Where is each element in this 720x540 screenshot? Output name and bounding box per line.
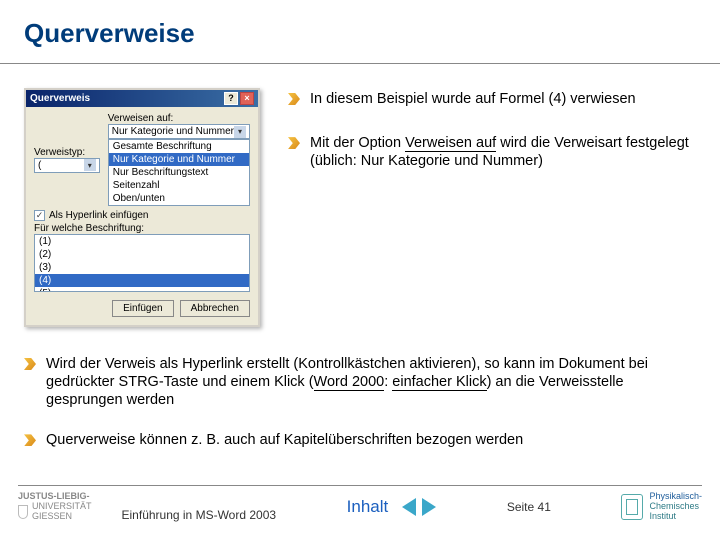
uni-line: GIESSEN <box>32 512 92 522</box>
bullet-text: Wird der Verweis als Hyperlink erstellt … <box>46 355 696 409</box>
verweisen-auf-dropdown[interactable]: Gesamte Beschriftung Nur Kategorie und N… <box>108 139 250 206</box>
list-item[interactable]: (1) <box>35 235 249 248</box>
dropdown-option[interactable]: Oben/unten <box>109 192 249 205</box>
verweistyp-value: ( <box>38 160 41 171</box>
checkbox-icon[interactable]: ✓ <box>34 210 45 221</box>
flask-icon <box>621 494 643 520</box>
next-slide-button[interactable] <box>422 498 436 516</box>
lecture-title: Einführung in MS-Word 2003 <box>122 508 277 522</box>
text-fragment: Mit der Option <box>310 135 405 151</box>
verweistyp-label: Verweistyp: <box>34 147 100 158</box>
verweisen-auf-select[interactable]: Nur Kategorie und Nummer ▾ <box>108 124 250 139</box>
bullet-text: In diesem Beispiel wurde auf Formel (4) … <box>310 90 636 108</box>
underlined-text: Word 2000 <box>314 374 385 391</box>
arrow-bullet-icon <box>24 434 36 446</box>
cancel-button[interactable]: Abbrechen <box>180 300 250 317</box>
slide-footer: JUSTUS-LIEBIG- UNIVERSITÄT GIESSEN Einfü… <box>0 479 720 540</box>
insert-button[interactable]: Einfügen <box>112 300 173 317</box>
dropdown-option[interactable]: Nur Kategorie und Nummer <box>109 153 249 166</box>
bullet-3: Wird der Verweis als Hyperlink erstellt … <box>24 355 696 409</box>
bullet-4: Querverweise können z. B. auch auf Kapit… <box>24 431 696 449</box>
querverweis-dialog: Querverweis ? × Verweistyp: ( ▾ <box>24 88 260 327</box>
page-number: Seite 41 <box>507 500 551 514</box>
underlined-text: Verweisen auf <box>405 135 496 152</box>
page-title: Querverweise <box>0 0 720 59</box>
list-item[interactable]: (3) <box>35 261 249 274</box>
footer-divider <box>18 485 702 486</box>
help-icon[interactable]: ? <box>224 92 238 105</box>
hyperlink-checkbox-row[interactable]: ✓ Als Hyperlink einfügen <box>34 210 250 221</box>
bullet-text: Mit der Option Verweisen auf wird die Ve… <box>310 134 696 170</box>
verweisen-auf-label: Verweisen auf: <box>108 113 250 124</box>
beschriftung-listbox[interactable]: (1) (2) (3) (4) (5) <box>34 234 250 292</box>
content-area: Querverweis ? × Verweistyp: ( ▾ <box>0 64 720 450</box>
bullet-text: Querverweise können z. B. auch auf Kapit… <box>46 431 523 449</box>
chevron-down-icon: ▾ <box>84 159 96 171</box>
dropdown-option[interactable]: Nur Beschriftungstext <box>109 166 249 179</box>
arrow-bullet-icon <box>24 358 36 370</box>
verweisen-auf-value: Nur Kategorie und Nummer <box>112 126 234 137</box>
list-item[interactable]: (4) <box>35 274 249 287</box>
inhalt-link[interactable]: Inhalt <box>347 497 389 517</box>
close-icon[interactable]: × <box>240 92 254 105</box>
prev-slide-button[interactable] <box>402 498 416 516</box>
list-item[interactable]: (2) <box>35 248 249 261</box>
university-logo-text: JUSTUS-LIEBIG- UNIVERSITÄT GIESSEN <box>18 492 92 522</box>
bullet-1: In diesem Beispiel wurde auf Formel (4) … <box>288 90 696 108</box>
dropdown-option[interactable]: Gesamte Beschriftung <box>109 140 249 153</box>
dropdown-option[interactable]: Seitenzahl <box>109 179 249 192</box>
list-item[interactable]: (5) <box>35 287 249 292</box>
chevron-down-icon: ▾ <box>234 126 246 138</box>
arrow-bullet-icon <box>288 93 300 105</box>
shield-icon <box>18 505 28 519</box>
institute-logo: Physikalisch- Chemisches Institut <box>621 492 702 522</box>
pci-line: Institut <box>649 512 702 522</box>
dialog-titlebar: Querverweis ? × <box>26 90 258 107</box>
underlined-text: einfacher Klick <box>392 374 486 391</box>
bullet-2: Mit der Option Verweisen auf wird die Ve… <box>288 134 696 170</box>
dialog-title: Querverweis <box>30 93 90 104</box>
arrow-bullet-icon <box>288 137 300 149</box>
verweistyp-select[interactable]: ( ▾ <box>34 158 100 173</box>
hyperlink-label: Als Hyperlink einfügen <box>49 210 149 221</box>
liste-label: Für welche Beschriftung: <box>34 223 250 234</box>
